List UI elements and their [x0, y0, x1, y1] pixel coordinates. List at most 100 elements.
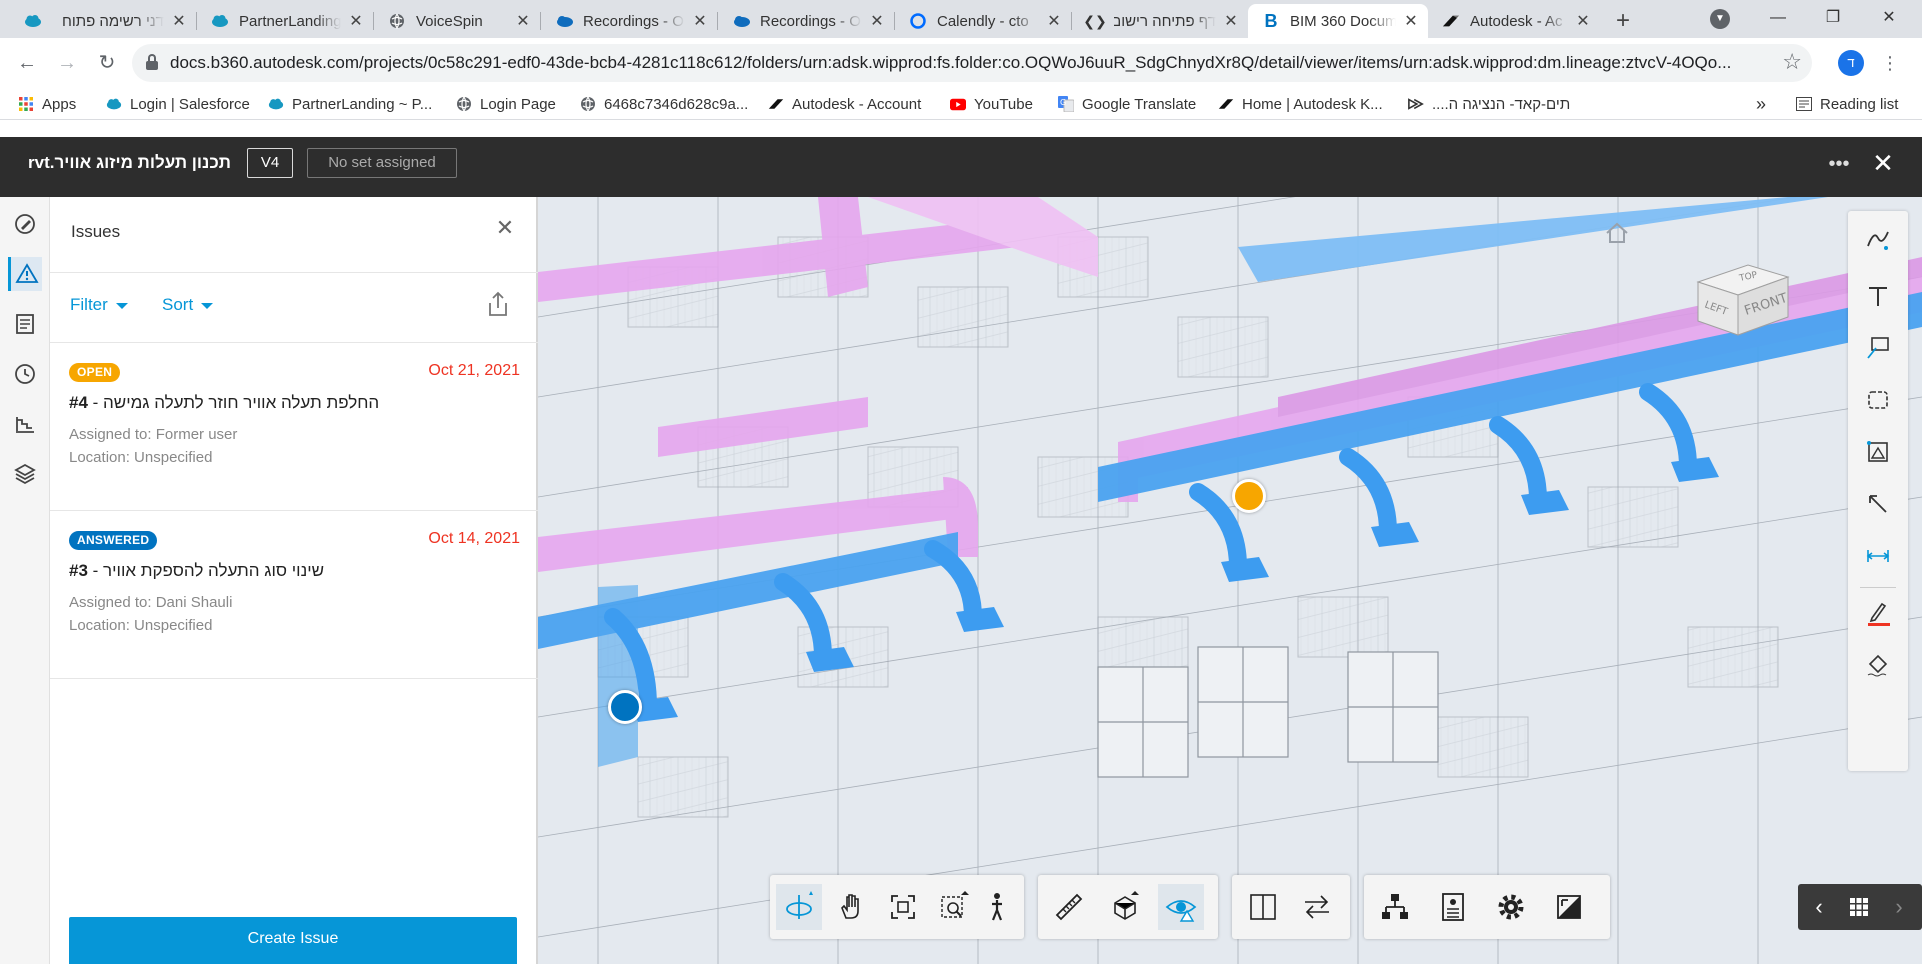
- bookmark-partnerlanding[interactable]: PartnerLanding ~ P...: [268, 93, 432, 115]
- create-issue-button[interactable]: Create Issue: [69, 917, 517, 964]
- dimension-tool-button[interactable]: [1861, 539, 1895, 573]
- issue-pin-open[interactable]: [1232, 479, 1266, 513]
- browser-tab-4[interactable]: Recordings - O ✕: [541, 4, 717, 38]
- arrow-tool-button[interactable]: [1861, 487, 1895, 521]
- sort-dropdown[interactable]: Sort: [162, 295, 214, 315]
- next-chevron-icon[interactable]: ›: [1884, 892, 1914, 922]
- close-tab-icon[interactable]: ✕: [691, 11, 709, 31]
- bookmark-login-salesforce[interactable]: Login | Salesforce: [106, 93, 250, 115]
- properties-button[interactable]: [1430, 884, 1476, 930]
- profile-avatar[interactable]: ד: [1838, 50, 1864, 76]
- measure-button[interactable]: [1046, 884, 1092, 930]
- filter-dropdown[interactable]: Filter: [70, 295, 128, 315]
- split-view-button[interactable]: [1240, 884, 1286, 930]
- close-tab-icon[interactable]: ✕: [868, 11, 886, 31]
- close-panel-icon[interactable]: ✕: [494, 215, 516, 241]
- reading-list-button[interactable]: Reading list: [1796, 93, 1898, 115]
- bookmark-6468c[interactable]: 6468c7346d628c9a...: [580, 93, 748, 115]
- text-tool-button[interactable]: [1861, 279, 1895, 313]
- bookmark-google-translate[interactable]: G Google Translate: [1058, 93, 1196, 115]
- close-viewer-icon[interactable]: ✕: [1868, 147, 1898, 179]
- bookmark-youtube[interactable]: YouTube: [950, 93, 1033, 115]
- back-arrow-icon[interactable]: ←: [12, 48, 42, 78]
- pan-tool-button[interactable]: [828, 884, 874, 930]
- url-text[interactable]: docs.b360.autodesk.com/projects/0c58c291…: [170, 53, 1730, 73]
- set-assignment-button[interactable]: No set assigned: [307, 148, 457, 178]
- divider: [1860, 587, 1896, 588]
- orbit-tool-button[interactable]: [776, 884, 822, 930]
- history-tool-button[interactable]: [8, 357, 42, 391]
- layers-tool-button[interactable]: [8, 457, 42, 491]
- bookmark-apps[interactable]: Apps: [18, 93, 76, 115]
- close-tab-icon[interactable]: ✕: [514, 11, 532, 31]
- reload-icon[interactable]: ↻: [92, 48, 122, 78]
- settings-button[interactable]: [1488, 884, 1534, 930]
- zoom-window-button[interactable]: [932, 884, 978, 930]
- forward-arrow-icon[interactable]: →: [52, 48, 82, 78]
- close-tab-icon[interactable]: ✕: [347, 11, 365, 31]
- browser-tab-3[interactable]: VoiceSpin ✕: [374, 4, 540, 38]
- split-view-icon: [1250, 894, 1276, 920]
- pen-color-button[interactable]: [1861, 595, 1895, 629]
- home-view-icon[interactable]: [1604, 221, 1630, 245]
- cloud-tool-button[interactable]: [1861, 383, 1895, 417]
- browser-tab-1[interactable]: דני רשימה פתוח ✕: [10, 4, 196, 38]
- browser-tab-9[interactable]: Autodesk - Ac ✕: [1428, 4, 1600, 38]
- measure-tool-button[interactable]: [8, 407, 42, 441]
- issue-assignee: Assigned to: Former user: [69, 426, 238, 443]
- restore-window-icon[interactable]: ❐: [1810, 2, 1856, 34]
- more-options-icon[interactable]: •••: [1826, 149, 1852, 179]
- section-analysis-button[interactable]: [1102, 884, 1148, 930]
- close-tab-icon[interactable]: ✕: [1045, 11, 1063, 31]
- issue-visibility-button[interactable]: [1158, 884, 1204, 930]
- tab-title: דף פתיחה רישום: [1114, 12, 1216, 30]
- previous-chevron-icon[interactable]: ‹: [1804, 892, 1834, 922]
- close-tab-icon[interactable]: ✕: [1574, 11, 1592, 31]
- lock-icon[interactable]: [146, 54, 158, 70]
- compare-versions-button[interactable]: [1294, 884, 1340, 930]
- tab-search-chevron-icon[interactable]: ▼: [1710, 9, 1730, 29]
- close-tab-icon[interactable]: ✕: [170, 11, 188, 31]
- issue-pin-answered[interactable]: [608, 690, 642, 724]
- ruler-icon: [1055, 893, 1083, 921]
- bookmark-autodesk-account[interactable]: Autodesk - Account: [768, 93, 921, 115]
- close-tab-icon[interactable]: ✕: [1222, 11, 1240, 31]
- address-bar[interactable]: docs.b360.autodesk.com/projects/0c58c291…: [132, 44, 1812, 82]
- walk-tool-button[interactable]: [974, 884, 1020, 930]
- new-tab-button[interactable]: +: [1608, 6, 1638, 36]
- shape-tool-button[interactable]: [1861, 435, 1895, 469]
- browser-tab-5[interactable]: Recordings - O ✕: [718, 4, 894, 38]
- fit-view-button[interactable]: [880, 884, 926, 930]
- fullscreen-button[interactable]: [1546, 884, 1592, 930]
- salesforce-cloud-icon: [268, 96, 284, 112]
- issue-card[interactable]: ANSWERED Oct 14, 2021 #3 - שינוי סוג התע…: [50, 511, 538, 679]
- bookmark-timcad[interactable]: תים-קאד- הנציגה ה....: [1408, 93, 1570, 115]
- markup-tool-button[interactable]: [8, 207, 42, 241]
- freehand-tool-button[interactable]: [1861, 223, 1895, 257]
- close-tab-icon[interactable]: ✕: [1402, 11, 1420, 31]
- bookmark-star-icon[interactable]: ☆: [1782, 49, 1802, 75]
- model-viewer-canvas[interactable]: TOP LEFT FRONT ‹ ›: [538, 197, 1922, 964]
- issues-tool-button[interactable]: [8, 257, 42, 291]
- grid-view-icon[interactable]: [1844, 892, 1874, 922]
- export-share-icon[interactable]: [486, 291, 510, 319]
- fill-tool-button[interactable]: [1861, 647, 1895, 681]
- close-window-icon[interactable]: ✕: [1866, 2, 1912, 34]
- model-browser-button[interactable]: [1372, 884, 1418, 930]
- minimize-window-icon[interactable]: —: [1755, 2, 1801, 34]
- version-badge[interactable]: V4: [247, 148, 293, 178]
- view-cube[interactable]: TOP LEFT FRONT: [1688, 257, 1798, 337]
- more-bookmarks-chevron[interactable]: »: [1756, 93, 1766, 115]
- browser-tab-7[interactable]: ❮❯ דף פתיחה רישום ✕: [1072, 4, 1248, 38]
- browser-menu-icon[interactable]: ⋮: [1880, 50, 1900, 76]
- browser-tab-2[interactable]: PartnerLanding ✕: [197, 4, 373, 38]
- bookmark-autodesk-knowledge[interactable]: Home | Autodesk K...: [1218, 93, 1383, 115]
- bookmark-login-page[interactable]: Login Page: [456, 93, 556, 115]
- callout-tool-button[interactable]: [1861, 331, 1895, 365]
- browser-tab-6[interactable]: Calendly - cto ✕: [895, 4, 1071, 38]
- dimension-icon: [1866, 550, 1890, 562]
- issue-card[interactable]: OPEN Oct 21, 2021 #4 - החלפת תעלה אוויר …: [50, 343, 538, 511]
- sheets-tool-button[interactable]: [8, 307, 42, 341]
- caret-down-icon: [115, 302, 128, 309]
- browser-tab-8-active[interactable]: B BIM 360 Docum ✕: [1248, 4, 1428, 38]
